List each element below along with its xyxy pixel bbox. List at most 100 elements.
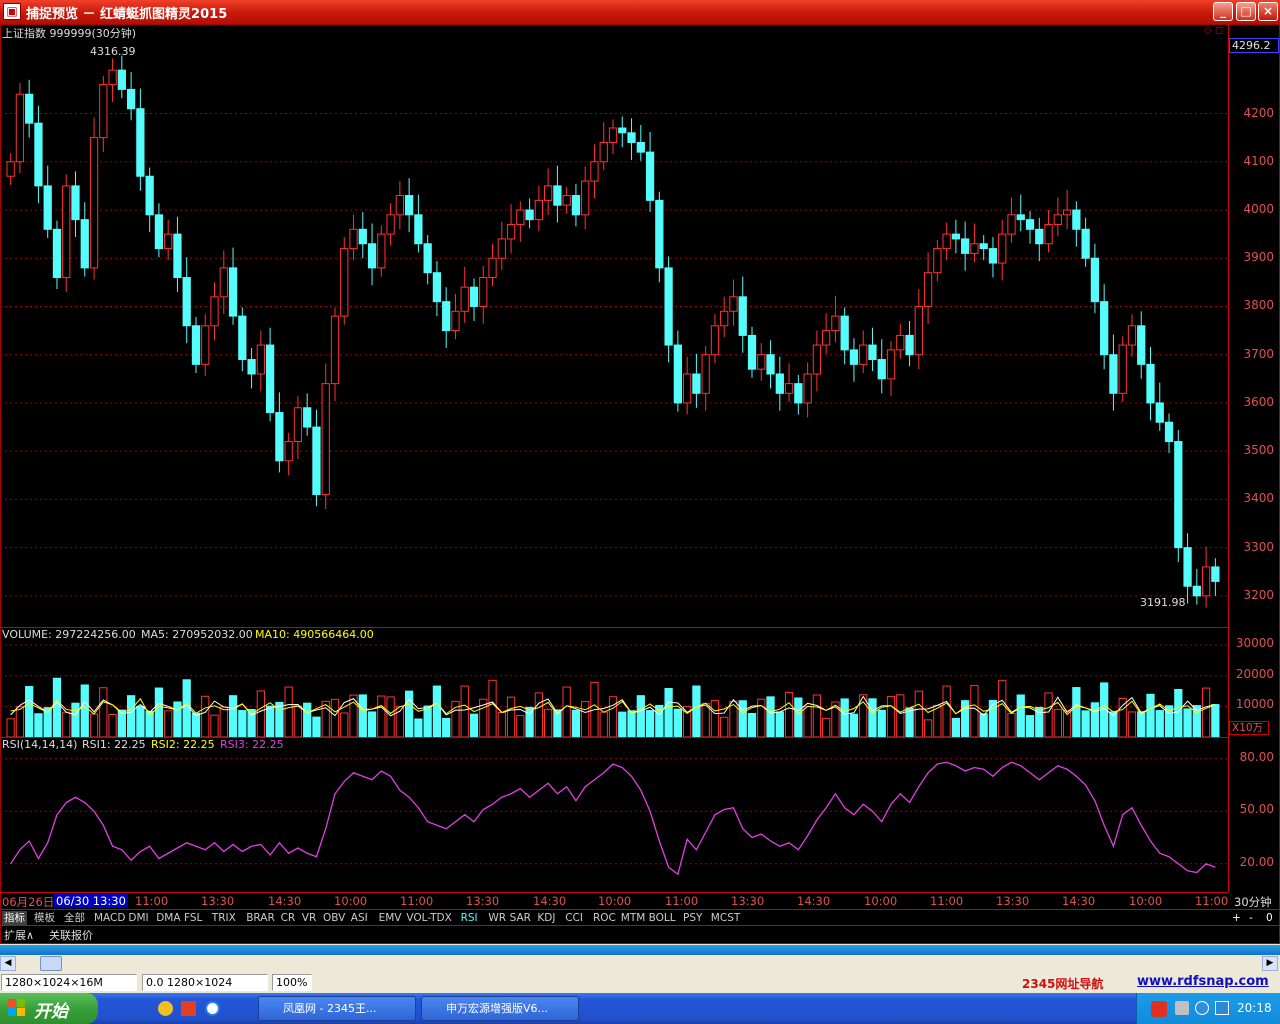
zoom-in-button[interactable]: + bbox=[1230, 911, 1243, 926]
tab-fsl[interactable]: FSL bbox=[182, 911, 204, 926]
tab-kdj[interactable]: KDJ bbox=[535, 911, 557, 926]
rsi3-label: RSI3: 22.25 bbox=[220, 738, 284, 751]
candle-body bbox=[1053, 214, 1062, 225]
close-button[interactable]: × bbox=[1258, 2, 1278, 21]
zoom-out-button[interactable]: - bbox=[1247, 911, 1255, 926]
shield-icon[interactable] bbox=[1215, 1001, 1229, 1015]
candle-body bbox=[145, 175, 154, 216]
candle-body bbox=[627, 132, 636, 143]
tab-全部[interactable]: 全部 bbox=[62, 911, 87, 926]
candle-body bbox=[701, 354, 710, 394]
tab-cci[interactable]: CCI bbox=[563, 911, 585, 926]
candle-body bbox=[340, 248, 349, 317]
volume-bar bbox=[469, 713, 479, 738]
nav-link[interactable]: 2345网址导航 bbox=[1022, 975, 1103, 992]
browser-icon[interactable] bbox=[205, 1001, 220, 1016]
tab-vr[interactable]: VR bbox=[300, 911, 318, 926]
candle-body bbox=[228, 267, 238, 317]
volume-bar bbox=[164, 710, 173, 738]
tab-macd[interactable]: MACD bbox=[92, 911, 127, 926]
zoom-info: 100% bbox=[272, 974, 312, 991]
volume-bar bbox=[1211, 704, 1220, 738]
candle-body bbox=[52, 228, 62, 279]
input-method-icon[interactable] bbox=[1151, 1001, 1167, 1017]
related-quotes-tab[interactable]: 关联报价 bbox=[49, 927, 93, 943]
tab-wr[interactable]: WR bbox=[486, 911, 508, 926]
time-label: 10:00 bbox=[1129, 894, 1163, 908]
expand-tab[interactable]: 扩展∧ bbox=[4, 927, 34, 943]
task-button[interactable]: 凤凰网 - 2345王... bbox=[258, 996, 416, 1021]
tab-sar[interactable]: SAR bbox=[508, 911, 533, 926]
volume-bar bbox=[914, 690, 923, 738]
candle-body bbox=[6, 161, 15, 177]
volume-bar bbox=[303, 702, 312, 738]
sync-icon[interactable] bbox=[1195, 1001, 1209, 1015]
start-button[interactable]: 开始 bbox=[0, 993, 98, 1024]
scroll-right-icon[interactable]: ▶ bbox=[1262, 956, 1278, 971]
tab-dma[interactable]: DMA bbox=[154, 911, 182, 926]
tab-cr[interactable]: CR bbox=[279, 911, 298, 926]
candle-body bbox=[442, 301, 451, 332]
tab-emv[interactable]: EMV bbox=[377, 911, 404, 926]
period-label[interactable]: 30分钟 bbox=[1234, 894, 1272, 910]
candle-body bbox=[1164, 421, 1174, 443]
tab-roc[interactable]: ROC bbox=[591, 911, 618, 926]
tab-dmi[interactable]: DMI bbox=[126, 911, 150, 926]
volume-bar bbox=[340, 712, 349, 738]
quicklaunch-icon[interactable] bbox=[158, 1001, 173, 1016]
status-bar: 1280×1024×16M 0.0 1280×1024 100% 2345网址导… bbox=[0, 972, 1280, 993]
zoom-reset-button[interactable]: 0 bbox=[1264, 911, 1275, 926]
tab-asi[interactable]: ASI bbox=[349, 911, 370, 926]
tab-boll[interactable]: BOLL bbox=[647, 911, 678, 926]
time-label-highlight: 06/30 13:30 bbox=[54, 894, 128, 908]
price-panel[interactable]: 上证指数 999999(30分钟) 4316.39 3191.98 ◇ ◻ bbox=[0, 24, 1228, 627]
time-label: 14:30 bbox=[268, 894, 302, 908]
tab-obv[interactable]: OBV bbox=[321, 911, 347, 926]
tab-brar[interactable]: BRAR bbox=[244, 911, 277, 926]
tab-指标[interactable]: 指标 bbox=[2, 911, 27, 926]
rsi-panel[interactable]: RSI(14,14,14) RSI1: 22.25 RSI2: 22.25 RS… bbox=[0, 737, 1228, 892]
volume-bar bbox=[534, 692, 543, 738]
candle-body bbox=[914, 305, 923, 356]
tab-模板[interactable]: 模板 bbox=[32, 911, 57, 926]
candle-body bbox=[618, 127, 627, 134]
volume-bar bbox=[543, 708, 553, 738]
scroll-thumb[interactable] bbox=[40, 956, 62, 971]
candle-body bbox=[1201, 566, 1211, 597]
horizontal-scrollbar[interactable]: ◀ ▶ bbox=[0, 944, 1280, 972]
candle-body bbox=[1090, 257, 1100, 303]
tab-trix[interactable]: TRIX bbox=[210, 911, 238, 926]
volume-bar bbox=[636, 695, 645, 738]
minimize-button[interactable]: _ bbox=[1213, 2, 1233, 21]
candle-body bbox=[664, 267, 673, 346]
network-icon[interactable] bbox=[1175, 1001, 1189, 1015]
tab-mtm[interactable]: MTM bbox=[619, 911, 648, 926]
candle-body bbox=[284, 441, 293, 462]
tab-rsi[interactable]: RSI bbox=[459, 911, 480, 926]
candle-body bbox=[1072, 209, 1081, 230]
candle-body bbox=[275, 412, 284, 462]
volume-bar bbox=[136, 705, 145, 738]
volume-bar bbox=[423, 705, 432, 738]
volume-bar bbox=[720, 716, 729, 738]
tab-psy[interactable]: PSY bbox=[681, 911, 704, 926]
candle-body bbox=[1118, 344, 1127, 394]
maximize-button[interactable]: □ bbox=[1236, 2, 1256, 21]
task-button[interactable]: 申万宏源增强版V6... bbox=[421, 996, 579, 1021]
volume-bar bbox=[191, 712, 201, 738]
tab-vol-tdx[interactable]: VOL-TDX bbox=[404, 911, 453, 926]
tab-mcst[interactable]: MCST bbox=[709, 911, 742, 926]
candle-body bbox=[673, 344, 683, 404]
panel-toggle-icons[interactable]: ◇ ◻ bbox=[1204, 25, 1223, 36]
volume-panel[interactable]: VOLUME: 297224256.00 MA5: 270952032.00 M… bbox=[0, 627, 1228, 738]
low-marker: 3191.98 bbox=[1140, 596, 1186, 609]
volume-bar bbox=[488, 679, 497, 738]
quicklaunch-icon[interactable] bbox=[181, 1001, 196, 1016]
candle-body bbox=[404, 195, 414, 216]
volume-ma5-label: MA5: 270952032.00 bbox=[141, 628, 253, 641]
candle-body bbox=[136, 108, 145, 177]
candle-body bbox=[516, 209, 525, 225]
website-link[interactable]: www.rdfsnap.com bbox=[1137, 974, 1269, 989]
scroll-left-icon[interactable]: ◀ bbox=[0, 956, 16, 971]
time-axis: 06月26日 06/30 13:30 11:00 13:30 14:30 10:… bbox=[0, 892, 1272, 909]
